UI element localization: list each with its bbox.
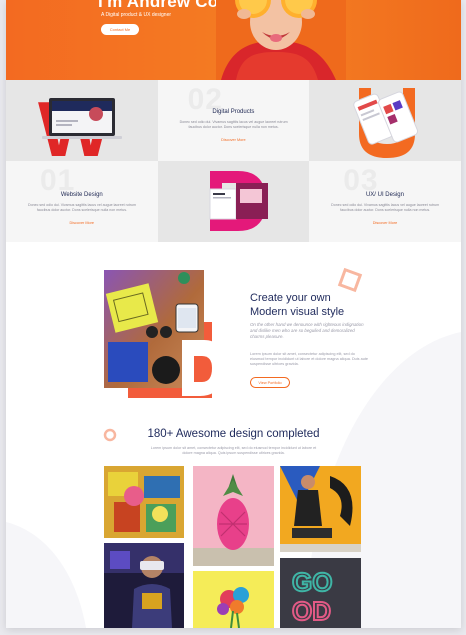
- gallery-image-flower-bouquet[interactable]: [193, 571, 274, 628]
- hero-section: I'm Andrew Coldwell A Digital product & …: [6, 0, 461, 80]
- hero-subtitle: A Digital product & UX designer: [101, 12, 172, 18]
- svg-text:GO: GO: [292, 567, 332, 597]
- service-description: Donec sed odio dui. Vivamus sagittis lac…: [179, 120, 288, 129]
- service-image-digital: [157, 161, 310, 242]
- services-grid: W 02 Digital Products Donec sed odio dui…: [6, 80, 461, 242]
- gallery-image-good-sign[interactable]: GO OD: [280, 558, 361, 628]
- gallery-image-pink-pineapple[interactable]: [193, 466, 274, 566]
- discover-more-link[interactable]: Discover More: [158, 138, 310, 142]
- feature-body-text: Lorem ipsum dolor sit amet, consectetur …: [250, 352, 368, 367]
- feature-title-line1: Create your own: [250, 292, 331, 304]
- phones-illustration: [353, 88, 419, 158]
- service-image-website: W: [6, 80, 158, 173]
- gallery-subtitle: Lorem ipsum dolor sit amet, consectetur …: [150, 446, 317, 455]
- service-website-design: 01 Website Design Donec sed odio dui. Vi…: [6, 161, 158, 242]
- service-image-uxui: [309, 80, 461, 161]
- view-portfolio-button[interactable]: View Portfolio: [250, 377, 290, 388]
- feature-title: Create your own Modern visual style: [250, 291, 390, 319]
- service-uxui-design: 03 UX/ UI Design Donec sed odio dui. Viv…: [309, 161, 461, 242]
- feature-title-line2: Modern visual style: [250, 306, 345, 318]
- laptop-illustration: W: [38, 85, 122, 173]
- service-description: Donec sed odio dui. Vivamus sagittis lac…: [27, 203, 136, 212]
- feature-italic-text: On the other hand we denounce with right…: [250, 322, 364, 339]
- hero-portrait-image: [216, 0, 346, 80]
- service-title: Website Design: [60, 192, 103, 198]
- discover-more-link[interactable]: Discover More: [6, 221, 158, 225]
- service-title: Digital Products: [212, 109, 255, 115]
- gallery-title: 180+ Awesome design completed: [147, 428, 320, 440]
- service-title: UX/ UI Design: [365, 192, 404, 198]
- discover-more-link[interactable]: Discover More: [309, 221, 461, 225]
- flatlay-d-illustration: [104, 270, 224, 398]
- gallery-image-woman-graffiti[interactable]: [280, 466, 361, 552]
- service-digital-products: 02 Digital Products Donec sed odio dui. …: [157, 80, 310, 161]
- gallery-image-vr-headset-man[interactable]: [104, 543, 184, 628]
- svg-text:OD: OD: [292, 596, 331, 626]
- gallery-image-colorful-painting[interactable]: [104, 466, 184, 538]
- contact-me-button[interactable]: Contact Me: [101, 24, 139, 35]
- service-description: Donec sed odio dui. Vivamus sagittis lac…: [331, 203, 440, 212]
- brochure-illustration: [209, 171, 268, 231]
- page: I'm Andrew Coldwell A Digital product & …: [6, 0, 461, 628]
